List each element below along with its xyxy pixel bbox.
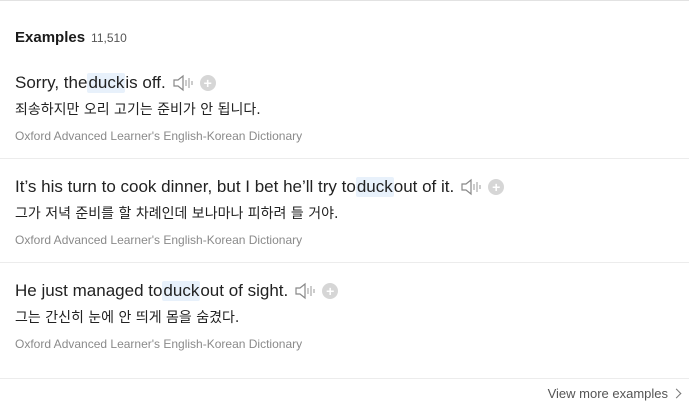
example-item: He just managed to duck out of sight. + … (0, 277, 689, 351)
example-item: It’s his turn to cook dinner, but I bet … (0, 173, 689, 247)
example-sentence: Sorry, the duck is off. + (15, 69, 689, 97)
sentence-text-post: out of sight. (200, 281, 289, 300)
sentence-text-pre: Sorry, the (15, 73, 88, 92)
divider (0, 262, 689, 263)
speaker-icon[interactable] (460, 178, 482, 196)
sentence-text-post: is off. (125, 73, 166, 92)
speaker-icon[interactable] (294, 282, 316, 300)
example-source: Oxford Advanced Learner's English-Korean… (15, 233, 303, 247)
add-plus-icon[interactable]: + (199, 75, 216, 91)
example-sentence: It’s his turn to cook dinner, but I bet … (15, 173, 689, 201)
keyword-highlight: duck (355, 177, 394, 197)
view-more-examples-link[interactable]: View more examples (547, 386, 682, 401)
add-plus-icon[interactable]: + (488, 179, 505, 195)
examples-title: Examples (15, 29, 86, 46)
example-sentence: He just managed to duck out of sight. + (15, 277, 689, 305)
examples-header: Examples 11,510 (15, 29, 127, 46)
example-item: Sorry, the duck is off. + 죄송하지만 오리 고기는 준… (0, 69, 689, 143)
example-translation: 그는 간신히 눈에 안 띄게 몸을 숨겼다. (15, 310, 240, 326)
example-source: Oxford Advanced Learner's English-Korean… (15, 337, 303, 351)
sentence-text-pre: It’s his turn to cook dinner, but I bet … (15, 177, 356, 196)
example-source: Oxford Advanced Learner's English-Korean… (15, 129, 303, 143)
sentence-text-pre: He just managed to (15, 281, 163, 300)
add-plus-icon[interactable]: + (322, 283, 339, 299)
divider (0, 378, 689, 379)
speaker-icon[interactable] (172, 74, 194, 92)
examples-count: 11,510 (91, 31, 127, 45)
example-translation: 죄송하지만 오리 고기는 준비가 안 됩니다. (15, 102, 261, 118)
keyword-highlight: duck (87, 73, 126, 93)
view-more-label: View more examples (547, 386, 668, 401)
sentence-text-post: out of it. (393, 177, 455, 196)
chevron-right-icon (671, 388, 682, 399)
divider (0, 158, 689, 159)
keyword-highlight: duck (162, 281, 201, 301)
example-translation: 그가 저녁 준비를 할 차례인데 보나마나 피하려 들 거야. (15, 206, 339, 222)
examples-panel: Examples 11,510 Sorry, the duck is off. … (0, 0, 689, 409)
